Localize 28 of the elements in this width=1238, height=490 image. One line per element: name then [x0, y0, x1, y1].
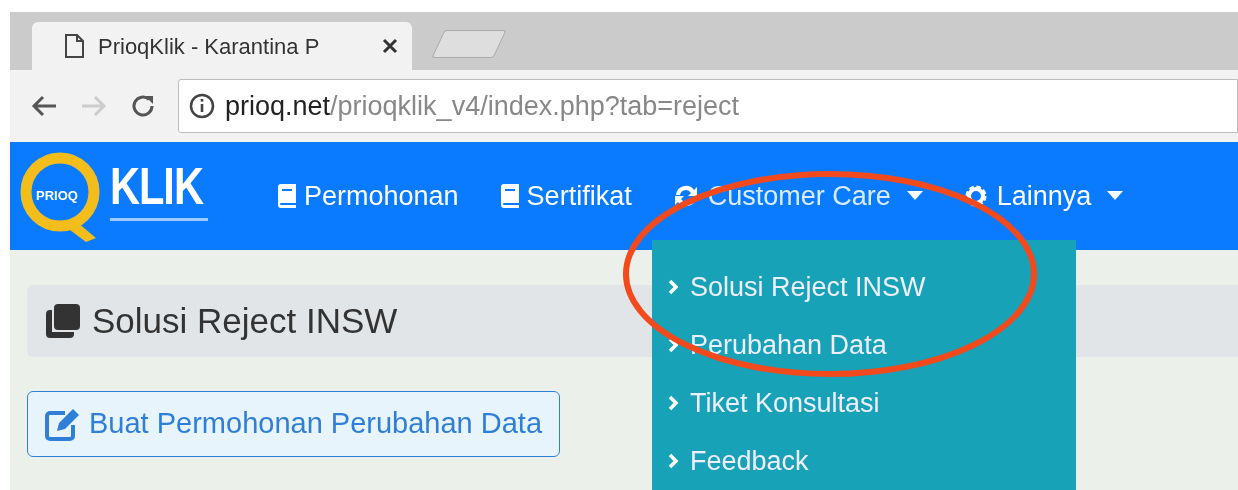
tab-title: PrioqKlik - Karantina P — [98, 32, 321, 61]
prioq-klik-logo[interactable]: PRIOQ KLIK — [20, 146, 220, 246]
info-icon — [189, 93, 215, 119]
browser-tab[interactable]: PrioqKlik - Karantina P — [32, 22, 412, 70]
close-icon[interactable] — [382, 38, 398, 54]
dropdown-item[interactable]: Feedback — [668, 432, 1076, 490]
back-icon[interactable] — [30, 94, 58, 118]
book-icon — [498, 184, 519, 208]
nav-link[interactable]: Lainnya — [942, 167, 1144, 225]
address-bar[interactable]: prioq.net/prioqklik_v4/index.php?tab=reject — [178, 79, 1238, 133]
nav-link[interactable]: Customer Care — [651, 167, 943, 225]
create-request-button[interactable]: Buat Permohonan Perubahan Data — [27, 391, 561, 457]
reload-icon[interactable] — [130, 93, 156, 119]
nav-link[interactable]: Permohonan — [256, 167, 479, 225]
clone-icon — [44, 302, 82, 340]
page-title: Solusi Reject INSW — [92, 299, 398, 342]
book-icon — [276, 184, 296, 208]
dropdown-item[interactable]: Perubahan Data — [668, 316, 1076, 374]
dropdown-item[interactable]: Solusi Reject INSW — [668, 258, 1076, 316]
chevron-right-icon — [668, 453, 678, 469]
dropdown-item[interactable]: Tiket Konsultasi — [668, 374, 1076, 432]
chevron-right-icon — [668, 395, 678, 411]
url-text: prioq.net/prioqklik_v4/index.php?tab=reject — [225, 89, 740, 123]
edit-icon — [45, 407, 81, 441]
nav-link[interactable]: Sertifikat — [478, 167, 652, 225]
chevron-right-icon — [668, 337, 678, 353]
page-icon — [64, 34, 84, 58]
chevron-right-icon — [668, 279, 678, 295]
